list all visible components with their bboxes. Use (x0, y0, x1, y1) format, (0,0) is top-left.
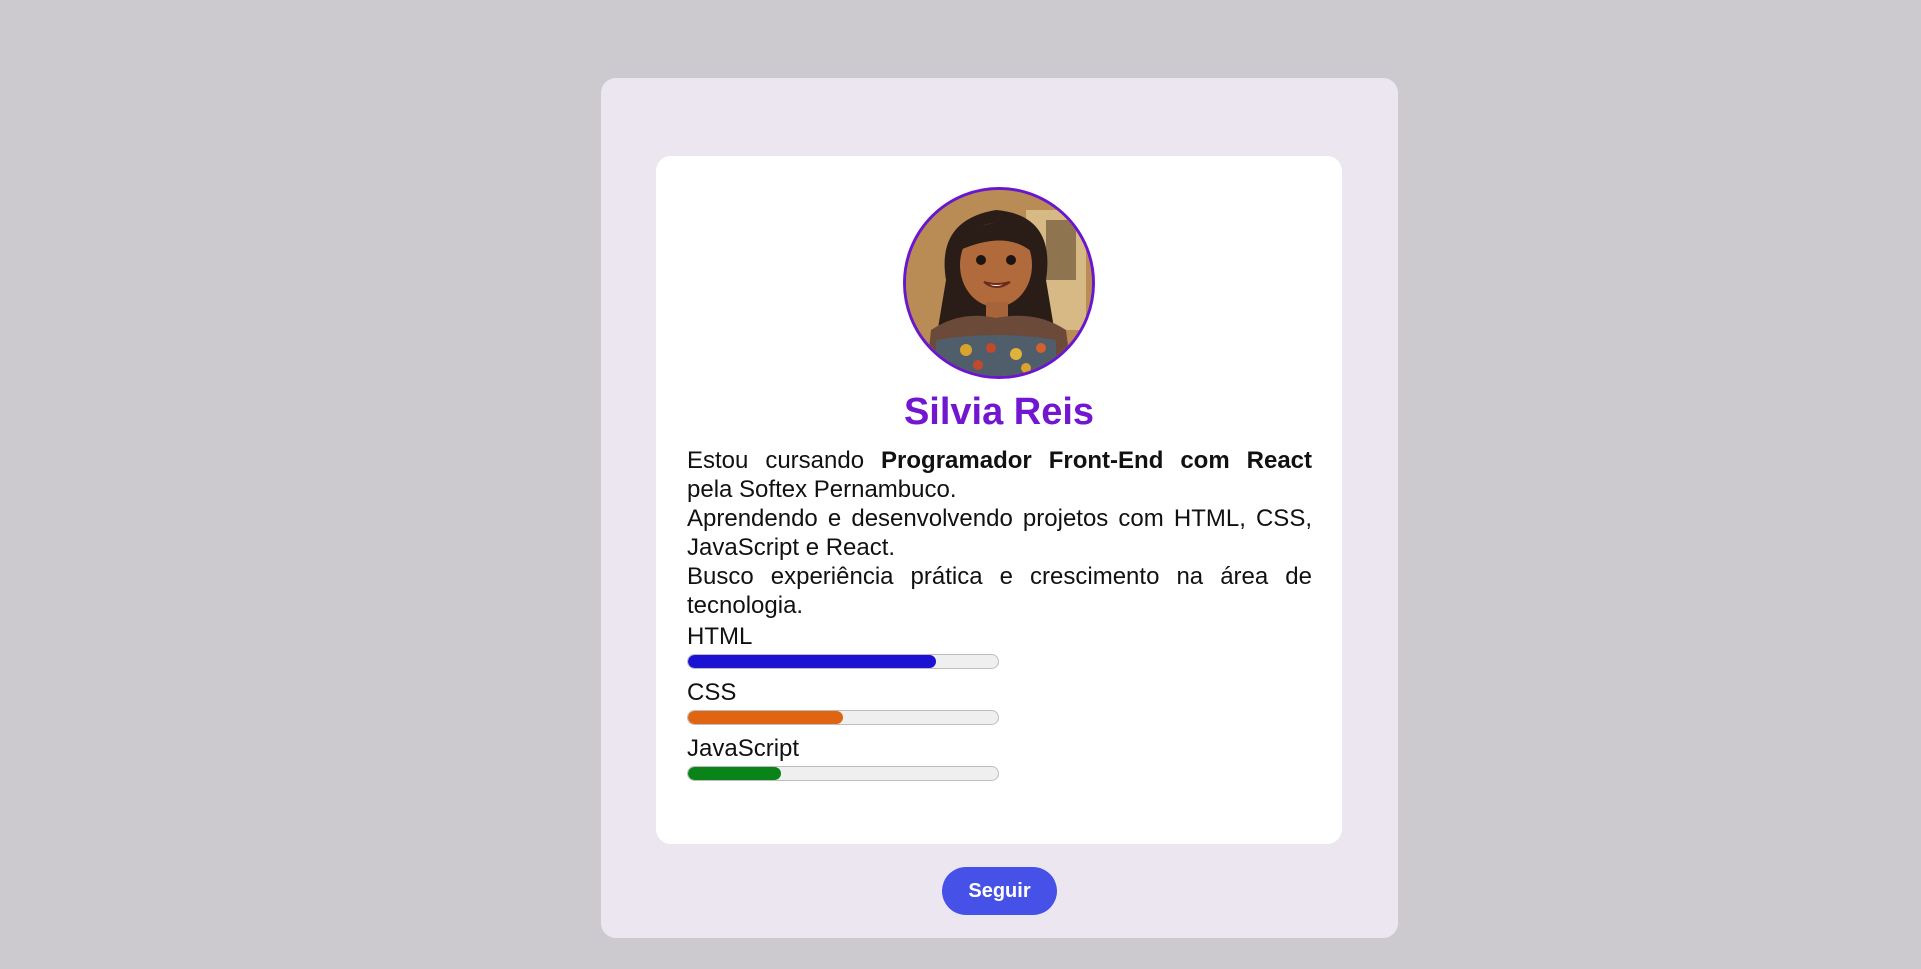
skill-css: CSS (687, 678, 1312, 725)
profile-bio: Estou cursando Programador Front-End com… (687, 446, 1312, 620)
avatar (903, 187, 1095, 379)
skill-label: HTML (687, 623, 753, 650)
follow-button[interactable]: Seguir (942, 867, 1057, 915)
profile-name: Silvia Reis (903, 391, 1095, 433)
page: Silvia Reis Estou cursando Programador F… (0, 0, 1921, 969)
bio-paragraph-course: Estou cursando Programador Front-End com… (687, 446, 1312, 504)
skill-progress-fill (688, 711, 843, 724)
skill-progress-bar (687, 766, 999, 781)
skill-progress-fill (688, 767, 781, 780)
skill-javascript: JavaScript (687, 734, 1312, 781)
bio-course-intro: Estou cursando (687, 447, 882, 474)
skill-progress-fill (688, 655, 936, 668)
skill-progress-bar (687, 654, 999, 669)
skill-label: JavaScript (687, 735, 800, 762)
bio-paragraph-goal: Busco experiência prática e crescimento … (687, 563, 1312, 619)
bio-course-institution: pela Softex Pernambuco. (687, 476, 957, 503)
bio-paragraph-learning: Aprendendo e desenvolvendo projetos com … (687, 505, 1312, 561)
skill-label: CSS (687, 679, 737, 706)
bio-course-name: Programador Front-End com React (881, 447, 1313, 474)
skill-html: HTML (687, 622, 1312, 669)
skill-progress-bar (687, 710, 999, 725)
avatar-illustration (906, 190, 1092, 376)
skills-list: HTML CSS JavaScript (687, 622, 1312, 790)
profile-card-container: Silvia Reis Estou cursando Programador F… (601, 78, 1398, 938)
profile-card: Silvia Reis Estou cursando Programador F… (656, 156, 1342, 844)
